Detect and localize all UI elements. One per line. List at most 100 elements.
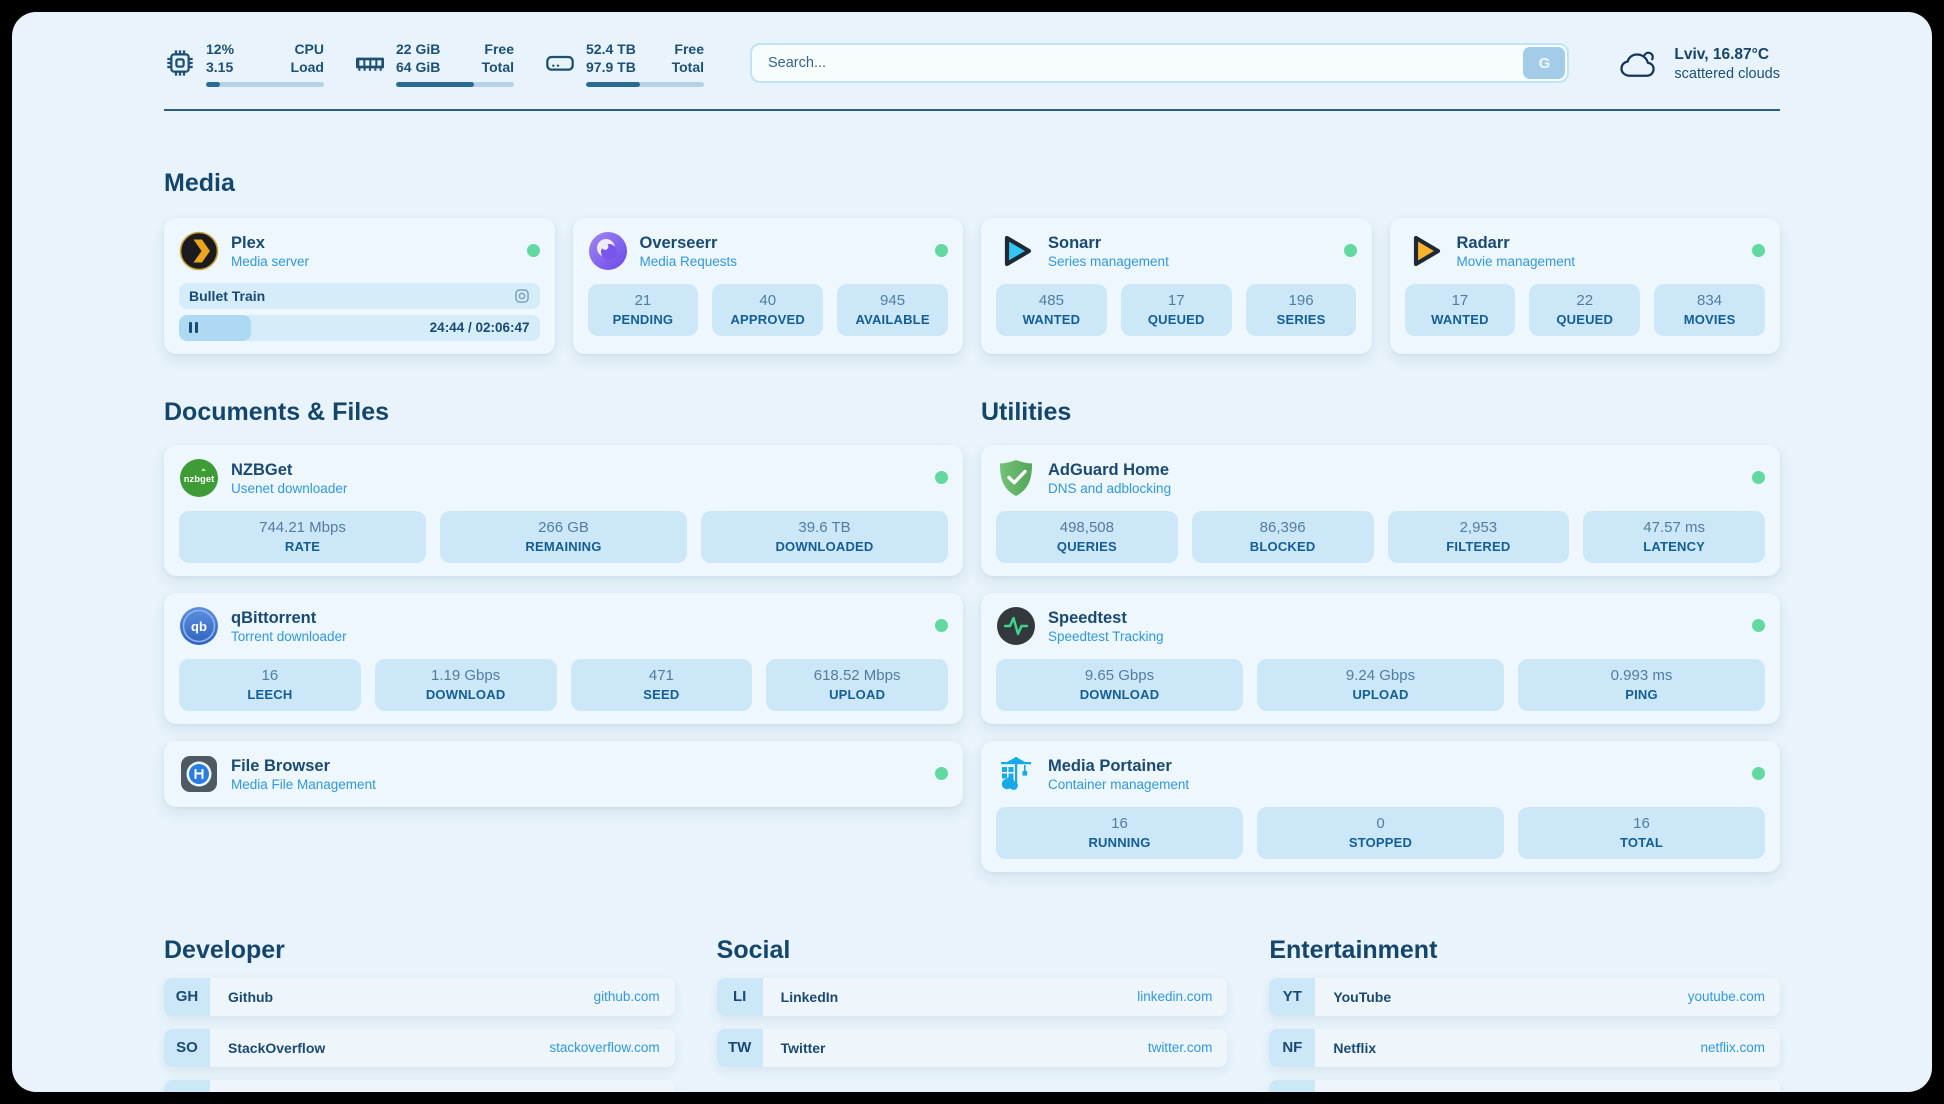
media-grid: Plex Media server Bullet Train	[164, 218, 1780, 354]
overseerr-card[interactable]: Overseerr Media Requests 21 PENDING 40 A…	[573, 218, 964, 354]
stat-value: 498,508	[1000, 519, 1174, 536]
stat-label: LATENCY	[1587, 539, 1761, 554]
bookmark-github[interactable]: GH Github github.com	[164, 978, 675, 1016]
stat-value: 485	[1000, 292, 1103, 309]
portainer-card[interactable]: Media Portainer Container management 16 …	[981, 741, 1780, 872]
stat-approved: 40 APPROVED	[712, 284, 823, 336]
nzbget-card[interactable]: nzbget NZBGet Usenet downloader 744.21	[164, 445, 963, 576]
stat-value: 618.52 Mbps	[770, 667, 944, 684]
stat-label: PING	[1522, 687, 1761, 702]
stat-value: 16	[1522, 815, 1761, 832]
app-subtitle: Usenet downloader	[231, 481, 347, 496]
bookmark-dev[interactable]: DT DEV dev.to	[164, 1080, 675, 1092]
ram-total: 64 GiB	[396, 58, 448, 76]
bookmark-name: YouTube	[1333, 989, 1391, 1005]
stat-label: DOWNLOADED	[705, 539, 944, 554]
overseerr-icon	[588, 231, 628, 271]
section-title-utilities: Utilities	[981, 398, 1780, 427]
stat-download: 1.19 Gbps DOWNLOAD	[375, 659, 557, 711]
stat-stopped: 0 STOPPED	[1257, 807, 1504, 859]
weather-location: Lviv, 16.87°C	[1674, 45, 1780, 66]
bookmark-name: Netflix	[1333, 1040, 1376, 1056]
nzbget-icon: nzbget	[179, 458, 219, 498]
app-title: Plex	[231, 233, 309, 254]
cpu-usage: 12%	[206, 40, 258, 58]
stat-value: 17	[1409, 292, 1512, 309]
filebrowser-card[interactable]: File Browser Media File Management	[164, 741, 963, 807]
app-subtitle: Speedtest Tracking	[1048, 629, 1164, 644]
svg-text:qb: qb	[191, 619, 207, 634]
middle-grid: Documents & Files nzbget NZBGe	[164, 398, 1780, 872]
bookmark-abbr: LI	[717, 978, 763, 1016]
stat-total: 16 TOTAL	[1518, 807, 1765, 859]
speedtest-icon	[996, 606, 1036, 646]
disk-icon	[544, 47, 576, 79]
playback-session-icon[interactable]	[514, 288, 530, 304]
sonarr-card[interactable]: Sonarr Series management 485 WANTED 17 Q…	[981, 218, 1372, 354]
bookmark-twitter[interactable]: TW Twitter twitter.com	[717, 1029, 1228, 1067]
bookmark-abbr: RE	[1269, 1080, 1315, 1092]
bookmark-reddit[interactable]: RE Reddit reddit.com	[1269, 1080, 1780, 1092]
stat-value: 0.993 ms	[1522, 667, 1761, 684]
stat-wanted: 17 WANTED	[1405, 284, 1516, 336]
search-provider-button[interactable]: G	[1523, 47, 1565, 79]
qbittorrent-card[interactable]: qb qBittorrent Torrent downloader 16 LEE…	[164, 593, 963, 724]
stat-queued: 22 QUEUED	[1529, 284, 1640, 336]
app-title: Media Portainer	[1048, 756, 1189, 777]
pause-icon	[189, 322, 192, 333]
playback-played-chunk[interactable]	[179, 315, 251, 341]
cpu-load-avg: 3.15	[206, 58, 258, 76]
stat-label: UPLOAD	[1261, 687, 1500, 702]
ram-icon	[354, 47, 386, 79]
stat-label: SERIES	[1250, 312, 1353, 327]
radarr-icon	[1405, 231, 1445, 271]
radarr-card[interactable]: Radarr Movie management 17 WANTED 22 QUE…	[1390, 218, 1781, 354]
weather-widget: Lviv, 16.87°C scattered clouds	[1615, 45, 1780, 82]
search-input[interactable]	[750, 43, 1569, 83]
bookmark-url: youtube.com	[1688, 989, 1765, 1004]
stat-blocked: 86,396 BLOCKED	[1192, 511, 1374, 563]
bookmarks-grid: Developer GH Github github.com SO StackO…	[164, 936, 1780, 1092]
bookmark-group-developer: Developer GH Github github.com SO StackO…	[164, 936, 675, 1092]
stat-label: DOWNLOAD	[1000, 687, 1239, 702]
header-divider	[164, 109, 1780, 111]
adguard-card[interactable]: AdGuard Home DNS and adblocking 498,508 …	[981, 445, 1780, 576]
bookmark-url: dev.to	[624, 1091, 660, 1092]
stat-value: 47.57 ms	[1587, 519, 1761, 536]
weather-condition: scattered clouds	[1674, 66, 1780, 82]
bookmark-name: Github	[228, 989, 273, 1005]
bookmark-youtube[interactable]: YT YouTube youtube.com	[1269, 978, 1780, 1016]
cloud-icon	[1615, 46, 1661, 80]
cpu-widget: 12% 3.15 CPU Load	[164, 40, 324, 87]
app-subtitle: Media Requests	[640, 254, 738, 269]
playback-time: 24:44 / 02:06:47	[430, 315, 530, 341]
stat-running: 16 RUNNING	[996, 807, 1243, 859]
playback-progress-bar[interactable]: 24:44 / 02:06:47	[179, 315, 540, 341]
stat-label: REMAINING	[444, 539, 683, 554]
section-title-social: Social	[717, 936, 1228, 965]
app-title: AdGuard Home	[1048, 460, 1171, 481]
window-frame: 12% 3.15 CPU Load	[0, 0, 1944, 1104]
bookmark-url: twitter.com	[1148, 1040, 1213, 1055]
plex-card[interactable]: Plex Media server Bullet Train	[164, 218, 555, 354]
stat-leech: 16 LEECH	[179, 659, 361, 711]
stat-movies: 834 MOVIES	[1654, 284, 1765, 336]
stat-queued: 17 QUEUED	[1121, 284, 1232, 336]
bookmark-abbr: NF	[1269, 1029, 1315, 1067]
stat-value: 16	[1000, 815, 1239, 832]
bookmark-abbr: TW	[717, 1029, 763, 1067]
bookmark-stackoverflow[interactable]: SO StackOverflow stackoverflow.com	[164, 1029, 675, 1067]
status-dot	[935, 244, 948, 257]
stat-label: TOTAL	[1522, 835, 1761, 850]
section-title-developer: Developer	[164, 936, 675, 965]
disk-progress-track	[586, 82, 704, 87]
bookmark-name: Reddit	[1333, 1091, 1377, 1092]
status-dot	[527, 244, 540, 257]
speedtest-card[interactable]: Speedtest Speedtest Tracking 9.65 Gbps D…	[981, 593, 1780, 724]
status-dot	[1344, 244, 1357, 257]
cpu-progress-track	[206, 82, 324, 87]
bookmark-netflix[interactable]: NF Netflix netflix.com	[1269, 1029, 1780, 1067]
cpu-label-1: CPU	[280, 40, 324, 58]
bookmark-abbr: DT	[164, 1080, 210, 1092]
bookmark-linkedin[interactable]: LI LinkedIn linkedin.com	[717, 978, 1228, 1016]
